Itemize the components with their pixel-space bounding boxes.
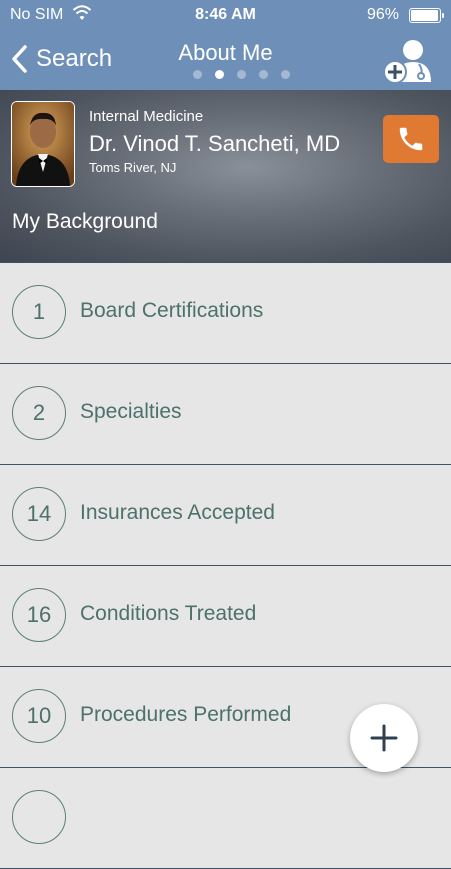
call-button[interactable] [383, 115, 439, 163]
page-dot[interactable] [215, 70, 224, 79]
list-item-conditions-treated[interactable]: 16 Conditions Treated [0, 566, 451, 667]
list-item-label: Insurances Accepted [80, 501, 275, 524]
count-badge: 1 [12, 285, 66, 339]
count-badge: 16 [12, 588, 66, 642]
phone-icon [399, 127, 423, 151]
page-dot[interactable] [193, 70, 202, 79]
count-badge: 14 [12, 487, 66, 541]
list-item-board-certifications[interactable]: 1 Board Certifications [0, 262, 451, 364]
plus-icon [370, 724, 398, 752]
doctor-photo [11, 101, 75, 187]
header: No SIM 8:46 AM 96% Search About Me [0, 0, 451, 90]
list-item-label: Conditions Treated [80, 602, 257, 625]
doctor-specialty: Internal Medicine [89, 108, 204, 125]
battery-percent: 96% [366, 6, 399, 23]
list-item-label: Procedures Performed [80, 703, 292, 726]
add-button[interactable] [350, 704, 418, 772]
battery-icon [409, 8, 444, 23]
list-item-insurances-accepted[interactable]: 14 Insurances Accepted [0, 465, 451, 566]
page-dot[interactable] [259, 70, 268, 79]
doctor-location: Toms River, NJ [89, 160, 177, 175]
page-indicator[interactable] [193, 70, 290, 79]
list-item-specialties[interactable]: 2 Specialties [0, 364, 451, 465]
section-heading: My Background [12, 210, 158, 233]
profile-banner: Internal Medicine Dr. Vinod T. Sancheti,… [0, 90, 451, 262]
count-badge: 2 [12, 386, 66, 440]
page-dot[interactable] [237, 70, 246, 79]
page-dot[interactable] [281, 70, 290, 79]
background-list: 1 Board Certifications 2 Specialties 14 … [0, 262, 451, 869]
doctor-name: Dr. Vinod T. Sancheti, MD [89, 131, 341, 156]
count-badge: 10 [12, 689, 66, 743]
status-bar: No SIM 8:46 AM 96% [0, 0, 451, 30]
add-doctor-icon[interactable] [383, 36, 435, 84]
list-item-label: Specialties [80, 400, 182, 423]
list-item-partial[interactable] [0, 768, 451, 869]
list-item-label: Board Certifications [80, 299, 264, 322]
count-badge [12, 790, 66, 844]
